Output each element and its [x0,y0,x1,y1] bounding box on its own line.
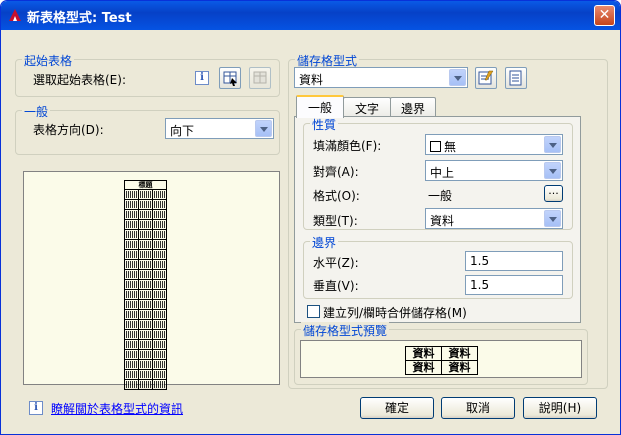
learn-about-table-styles-link[interactable]: 瞭解關於表格型式的資訊 [51,400,183,417]
close-icon: ✕ [598,7,611,23]
color-swatch-icon [430,141,441,152]
dialog-window: 新表格型式: Test ✕ 起始表格 選取起始表格(E): i 一般 表格方向(… [0,0,621,435]
window-title: 新表格型式: Test [27,11,132,26]
table-direction-select[interactable]: 向下 [165,118,274,139]
select-start-table-label: 選取起始表格(E): [33,73,126,87]
type-value: 資料 [430,214,455,228]
ok-button[interactable]: 確定 [360,397,434,419]
vertical-margin-label: 垂直(V): [313,279,359,293]
alignment-label: 對齊(A): [313,165,359,179]
preview-cell: 資料 [441,346,478,361]
chevron-down-icon[interactable] [544,136,561,153]
type-select[interactable]: 資料 [425,208,563,229]
manage-cell-styles-icon [509,70,522,86]
autocad-app-icon [9,9,21,21]
start-table-group-title: 起始表格 [22,52,75,69]
cell-preview-table: 資料 資料 資料 資料 [405,346,478,375]
fill-color-value: 無 [444,140,457,154]
cell-style-preview: 資料 資料 資料 資料 [300,340,582,378]
tab-borders[interactable]: 邊界 [390,97,436,117]
remove-table-button[interactable] [249,67,271,89]
title-bar[interactable]: 新表格型式: Test ✕ [1,1,620,30]
manage-cell-styles-button[interactable] [505,67,527,89]
preview-table-title: 標題 [124,180,167,190]
tab-general[interactable]: 一般 [296,95,344,118]
margins-group-title: 邊界 [310,234,339,251]
preview-cell: 資料 [405,360,442,375]
format-browse-button[interactable]: ... [544,185,563,202]
alignment-value: 中上 [430,166,455,180]
chevron-down-icon[interactable] [449,69,466,86]
new-cell-style-button[interactable] [475,67,497,89]
fill-color-select[interactable]: 無 [425,134,563,155]
merge-cells-label[interactable]: 建立列/欄時合併儲存格(M) [323,304,467,321]
chevron-down-icon[interactable] [544,162,561,179]
alignment-select[interactable]: 中上 [425,160,563,181]
table-style-preview: 標題 [23,171,280,390]
cancel-button[interactable]: 取消 [441,397,515,419]
cell-style-select[interactable]: 資料 [294,67,468,88]
select-table-icon [223,71,237,86]
vertical-margin-field[interactable] [465,275,563,295]
horizontal-margin-label: 水平(Z): [313,256,359,270]
chevron-down-icon[interactable] [255,120,272,137]
type-label: 類型(T): [313,214,358,228]
close-button[interactable]: ✕ [594,5,615,26]
preview-cell: 資料 [405,346,442,361]
remove-table-icon [253,71,267,84]
cell-style-value: 資料 [299,73,324,87]
tab-text[interactable]: 文字 [343,97,391,117]
help-button[interactable]: 說明(H) [523,397,597,419]
fill-color-label: 填滿顏色(F): [313,139,382,153]
table-direction-value: 向下 [170,124,195,138]
merge-cells-checkbox[interactable] [307,305,320,318]
info-icon[interactable]: i [195,71,209,85]
properties-group-title: 性質 [310,116,339,133]
format-value: 一般 [428,189,453,203]
horizontal-margin-field[interactable] [465,251,563,271]
general-group-title: 一般 [22,103,51,120]
table-direction-label: 表格方向(D): [33,123,104,137]
chevron-down-icon[interactable] [544,210,561,227]
horizontal-margin-input[interactable] [466,252,562,270]
preview-cell: 資料 [441,360,478,375]
vertical-margin-input[interactable] [466,276,562,294]
info-icon[interactable]: i [29,401,43,415]
select-table-button[interactable] [219,67,241,89]
new-cell-style-icon [478,70,494,85]
cell-style-preview-title: 儲存格型式預覽 [301,322,390,339]
format-label: 格式(O): [313,189,360,203]
preview-table: 標題 [124,180,167,390]
